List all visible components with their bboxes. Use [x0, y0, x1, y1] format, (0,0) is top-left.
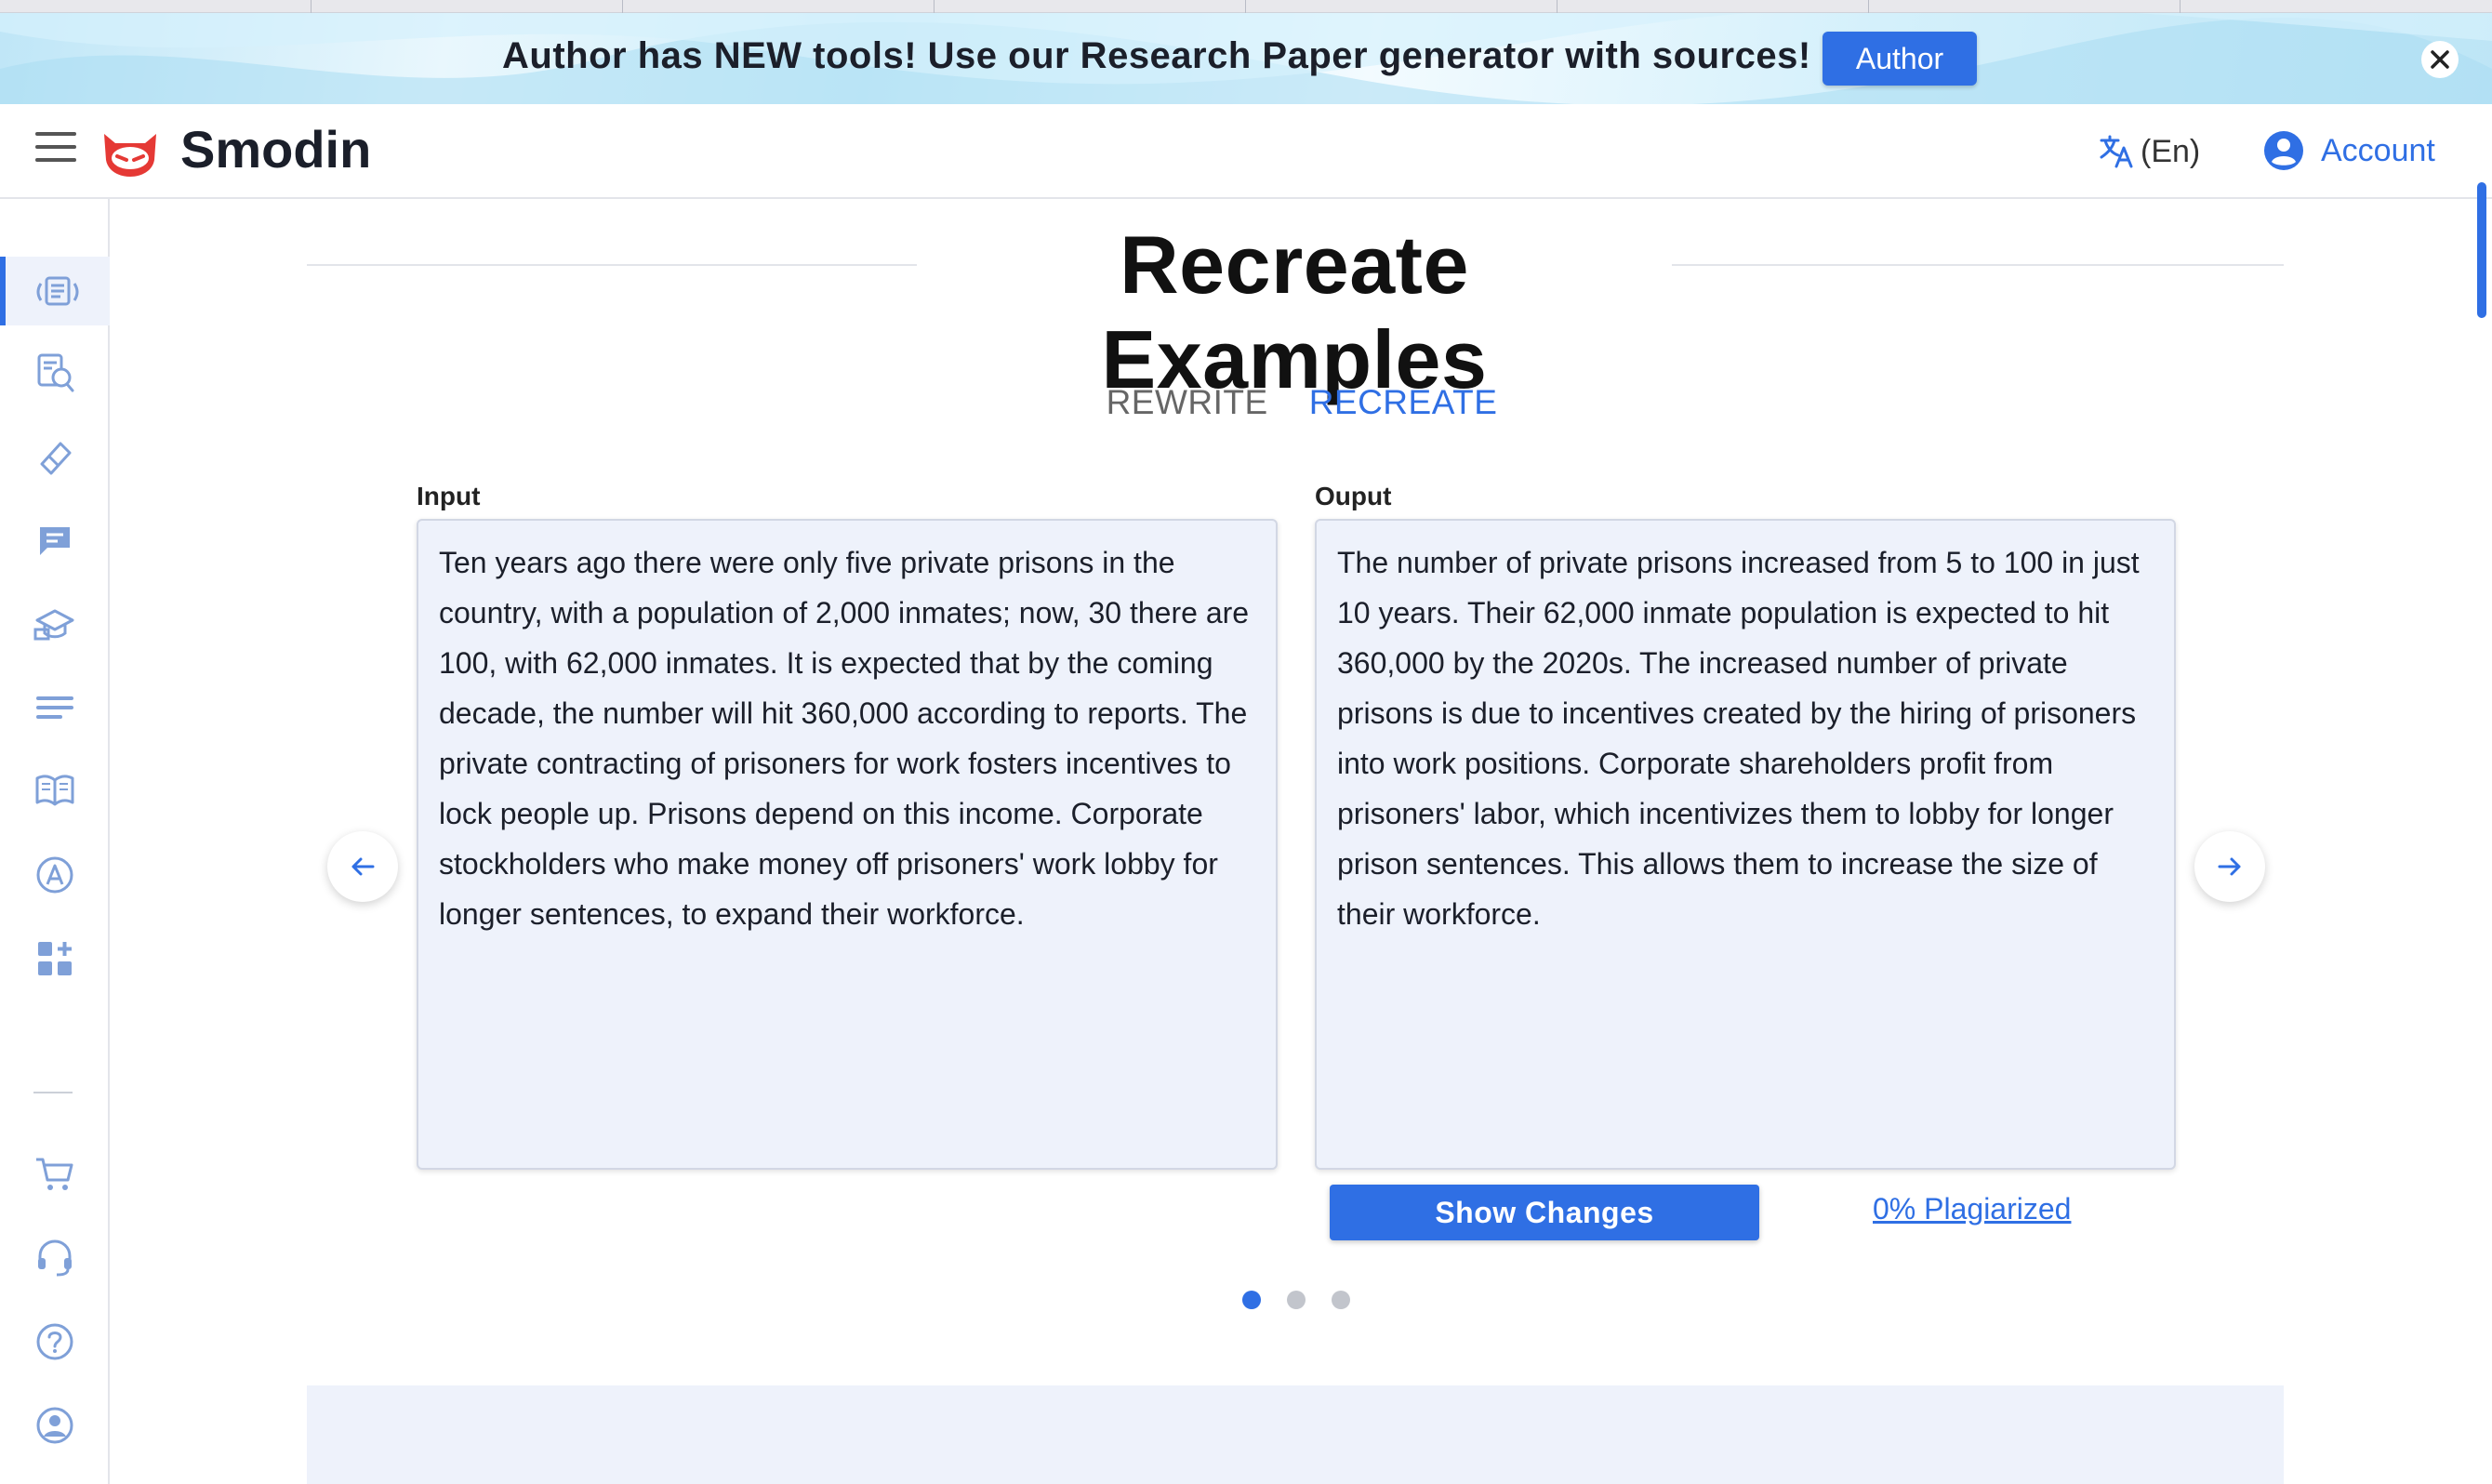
sidebar-item-education[interactable]: [0, 590, 110, 658]
input-label: Input: [417, 482, 481, 510]
top-header: Smodin (En) Account: [0, 104, 2492, 199]
graduation-cap-icon: [33, 609, 74, 641]
sidebar-item-help[interactable]: [0, 1307, 110, 1376]
arrow-left-icon: [351, 857, 375, 876]
input-text-panel: Ten years ago there were only five priva…: [417, 519, 1278, 1170]
account-button[interactable]: Account: [2263, 126, 2435, 175]
browser-tab[interactable]: [312, 0, 623, 13]
plagiarism-checker-icon: [37, 353, 74, 392]
sidebar-item-plagiarism[interactable]: [0, 338, 110, 407]
chat-icon: [40, 527, 70, 555]
cart-icon: [36, 1158, 73, 1190]
browser-tab[interactable]: [1558, 0, 1869, 13]
show-changes-button[interactable]: Show Changes: [1330, 1185, 1759, 1240]
sidebar-item-apps[interactable]: [0, 924, 110, 993]
next-section-block: [307, 1385, 2284, 1484]
carousel-dot[interactable]: [1332, 1291, 1350, 1309]
summarizer-lines-icon: [36, 696, 73, 719]
close-icon[interactable]: [2421, 41, 2459, 78]
account-circle-icon: [2264, 131, 2303, 170]
eraser-icon: [40, 442, 72, 475]
translate-icon: [2100, 135, 2133, 168]
output-label: Ouput: [1315, 482, 1392, 510]
title-divider-right: [1672, 264, 2284, 266]
browser-tab[interactable]: [934, 0, 1246, 13]
browser-tab[interactable]: [1246, 0, 1558, 13]
sidebar-item-summarizer[interactable]: [0, 673, 110, 742]
arrow-right-icon: [2218, 857, 2241, 876]
tab-rewrite[interactable]: REWRITE: [1086, 383, 1289, 422]
output-text-panel: The number of private prisons increased …: [1315, 519, 2176, 1170]
sidebar-item-book[interactable]: [0, 757, 110, 826]
carousel-dot[interactable]: [1287, 1291, 1306, 1309]
profile-icon: [36, 1407, 73, 1444]
sidebar-item-rewriter[interactable]: [0, 257, 110, 325]
sidebar-item-chat[interactable]: [0, 506, 110, 575]
title-divider-left: [307, 264, 917, 266]
next-example-button[interactable]: [2194, 831, 2265, 902]
mode-tabs: REWRITE RECREATE: [1097, 379, 1506, 426]
account-label: Account: [2321, 132, 2435, 168]
language-label: (En): [2141, 133, 2201, 169]
grammar-a-icon: [36, 856, 73, 894]
smodin-logo[interactable]: [99, 123, 162, 179]
page-scrollbar[interactable]: [2477, 182, 2486, 318]
sidebar-item-cart[interactable]: [0, 1140, 110, 1209]
author-button[interactable]: Author: [1823, 32, 1977, 86]
language-selector[interactable]: (En): [2098, 128, 2200, 175]
browser-tab-strip: [0, 0, 2492, 13]
sidebar-item-support[interactable]: [0, 1224, 110, 1292]
help-icon: [36, 1323, 73, 1360]
plagiarized-link[interactable]: 0% Plagiarized: [1873, 1192, 2071, 1226]
sidebar-item-grammar[interactable]: [0, 841, 110, 909]
carousel-dot[interactable]: [1242, 1291, 1261, 1309]
sidebar-item-profile[interactable]: [0, 1391, 110, 1460]
left-sidebar: [0, 199, 110, 1484]
headset-icon: [38, 1239, 72, 1277]
tab-recreate[interactable]: RECREATE: [1289, 383, 1518, 422]
menu-icon[interactable]: [35, 132, 76, 169]
add-apps-icon: [38, 942, 72, 975]
brand-name[interactable]: Smodin: [180, 119, 371, 179]
banner-message: Author has NEW tools! Use our Research P…: [502, 35, 1811, 76]
browser-tab[interactable]: [623, 0, 934, 13]
book-icon: [35, 775, 74, 806]
sidebar-item-eraser[interactable]: [0, 422, 110, 491]
rewriter-icon: [36, 276, 79, 306]
browser-tab[interactable]: [0, 0, 312, 13]
sidebar-divider: [33, 1092, 73, 1093]
previous-example-button[interactable]: [327, 831, 398, 902]
browser-tab[interactable]: [1869, 0, 2180, 13]
announcement-banner: Author has NEW tools! Use our Research P…: [0, 13, 2492, 104]
